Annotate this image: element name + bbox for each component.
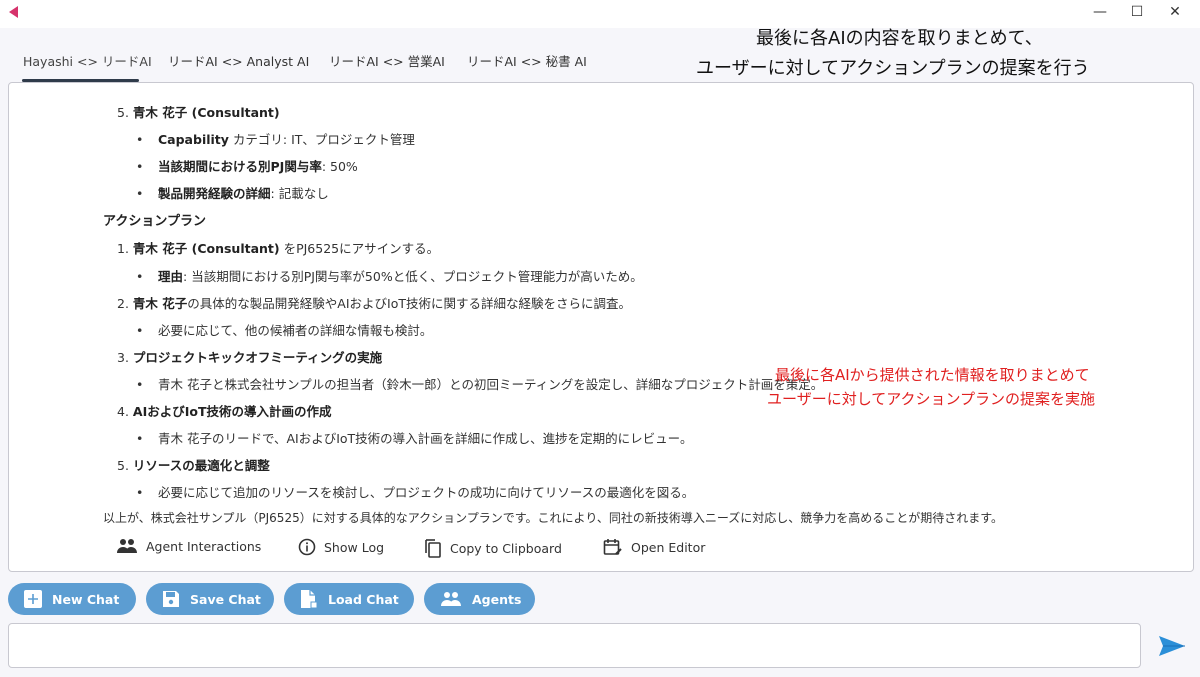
app-logo-icon bbox=[9, 6, 18, 18]
annotation-note: ユーザーに対してアクションプランの提案を実施 bbox=[767, 390, 1096, 408]
list-item: 2. 青木 花子の具体的な製品開発経験やAIおよびIoT技術に関する詳細な経験を… bbox=[117, 296, 631, 311]
people-icon bbox=[117, 539, 137, 553]
close-button[interactable]: ✕ bbox=[1165, 4, 1185, 20]
tab-lead-secretary[interactable]: リードAI <> 秘書 AI bbox=[467, 51, 587, 70]
list-item: • 必要に応じて追加のリソースを検討し、プロジェクトの成功に向けてリソースの最適化… bbox=[136, 485, 695, 500]
agents-button[interactable]: Agents bbox=[424, 583, 535, 615]
list-item: 1. 青木 花子 (Consultant) をPJ6525にアサインする。 bbox=[117, 241, 440, 256]
maximize-button[interactable]: ☐ bbox=[1127, 4, 1147, 20]
minimize-button[interactable]: — bbox=[1090, 4, 1110, 20]
plus-square-icon bbox=[24, 590, 42, 608]
tab-hayashi-lead[interactable]: Hayashi <> リードAI bbox=[23, 51, 152, 70]
copy-icon bbox=[425, 539, 441, 558]
info-icon bbox=[298, 538, 316, 556]
show-log-button[interactable]: Show Log bbox=[298, 538, 384, 556]
list-item: • 理由: 当該期間における別PJ関与率が50%と低く、プロジェクト管理能力が高い… bbox=[136, 269, 643, 284]
tab-lead-sales[interactable]: リードAI <> 営業AI bbox=[329, 51, 445, 70]
annotation-note: 最後に各AIから提供された情報を取りまとめて bbox=[775, 366, 1090, 384]
list-item: 5. リソースの最適化と調整 bbox=[117, 458, 270, 473]
new-chat-button[interactable]: New Chat bbox=[8, 583, 136, 615]
list-item: • 青木 花子と株式会社サンプルの担当者（鈴木一郎）との初回ミーティングを設定し、… bbox=[136, 377, 824, 392]
annotation-caption: ユーザーに対してアクションプランの提案を行う bbox=[696, 58, 1090, 79]
chat-input[interactable] bbox=[8, 623, 1141, 668]
tab-lead-analyst[interactable]: リードAI <> Analyst AI bbox=[168, 51, 309, 70]
copy-to-clipboard-button[interactable]: Copy to Clipboard bbox=[424, 538, 562, 558]
list-item: • 当該期間における別PJ関与率: 50% bbox=[136, 159, 358, 174]
load-chat-button[interactable]: Load Chat bbox=[284, 583, 414, 615]
tab-bar: Hayashi <> リードAI リードAI <> Analyst AI リード… bbox=[0, 44, 700, 82]
annotation-caption: 最後に各AIの内容を取りまとめて、 bbox=[756, 28, 1043, 49]
calendar-edit-icon bbox=[603, 539, 622, 555]
list-item: • 製品開発経験の詳細: 記載なし bbox=[136, 186, 329, 201]
open-editor-button[interactable]: Open Editor bbox=[603, 538, 705, 556]
list-item: • 青木 花子のリードで、AIおよびIoT技術の導入計画を詳細に作成し、進捗を定期… bbox=[136, 431, 693, 446]
send-icon bbox=[1159, 636, 1185, 656]
list-item: • 必要に応じて、他の候補者の詳細な情報も検討。 bbox=[136, 323, 433, 338]
agent-interactions-button[interactable]: Agent Interactions bbox=[116, 538, 261, 554]
file-load-icon bbox=[301, 590, 318, 609]
floppy-disk-icon bbox=[163, 591, 179, 607]
list-item: • Capability カテゴリ: IT、プロジェクト管理 bbox=[136, 132, 415, 147]
send-button[interactable] bbox=[1158, 634, 1186, 662]
people-icon bbox=[441, 592, 461, 606]
list-item: 3. プロジェクトキックオフミーティングの実施 bbox=[117, 350, 383, 365]
save-chat-button[interactable]: Save Chat bbox=[146, 583, 274, 615]
list-item: 5. 青木 花子 (Consultant) bbox=[117, 105, 280, 120]
list-item: 4. AIおよびIoT技術の導入計画の作成 bbox=[117, 404, 332, 419]
summary-text: 以上が、株式会社サンプル（PJ6525）に対する具体的なアクションプランです。こ… bbox=[103, 511, 1004, 525]
section-heading: アクションプラン bbox=[103, 214, 206, 229]
